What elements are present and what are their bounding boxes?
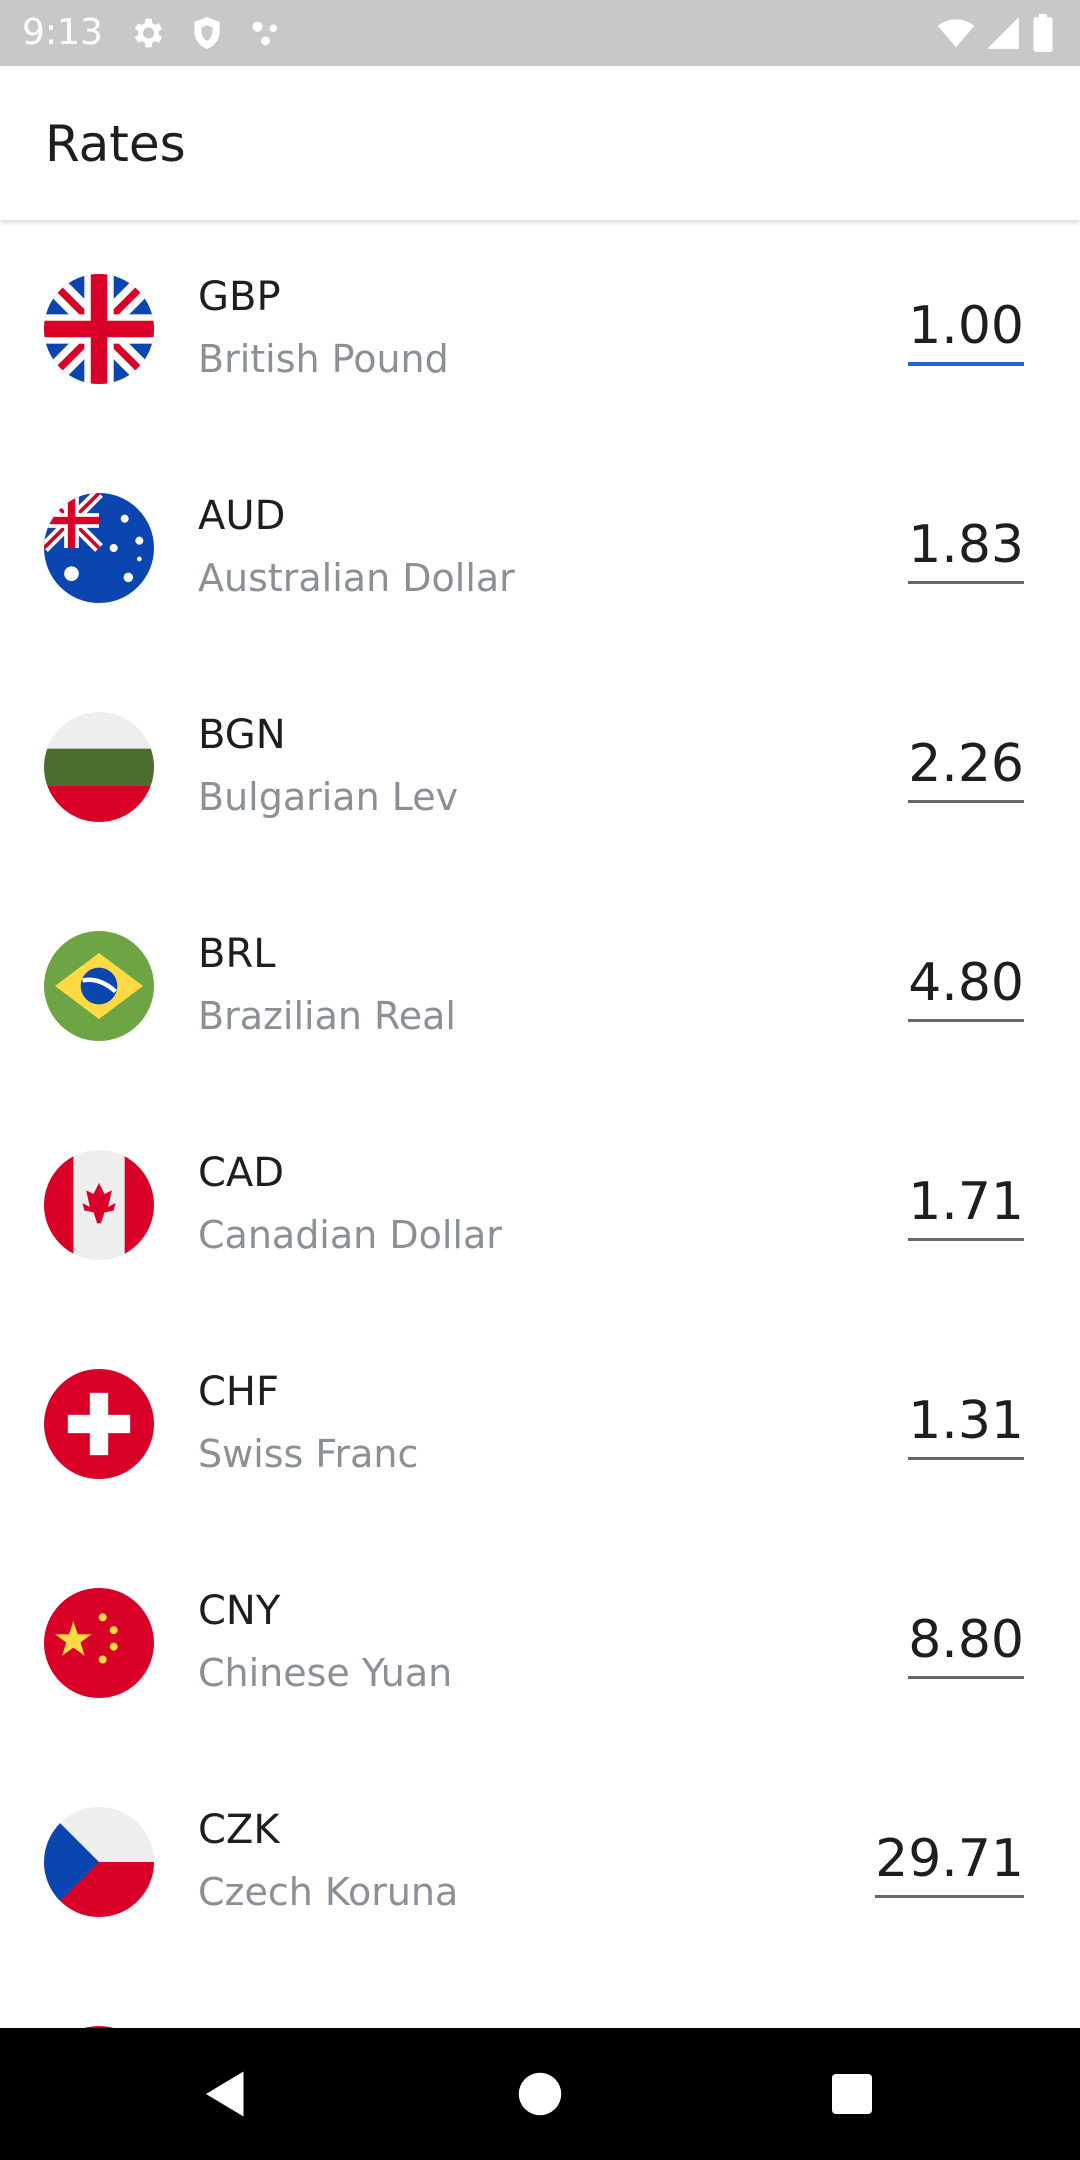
rate-row-chf[interactable]: CHF Swiss Franc 1.31 bbox=[0, 1315, 1080, 1534]
currency-code: CAD bbox=[198, 1150, 285, 1196]
currency-name: Canadian Dollar bbox=[198, 1213, 502, 1257]
wifi-icon bbox=[934, 14, 978, 52]
rate-row-czk[interactable]: CZK Czech Koruna 29.71 bbox=[0, 1753, 1080, 1972]
shield-icon bbox=[188, 14, 226, 52]
app-bar: Rates bbox=[0, 66, 1080, 220]
recents-icon[interactable] bbox=[822, 2064, 882, 2124]
rate-row-aud[interactable]: AUD Australian Dollar 1.83 bbox=[0, 439, 1080, 658]
czech-flag-icon bbox=[44, 1807, 154, 1917]
switzerland-flag-icon bbox=[44, 1369, 154, 1479]
status-time: 9:13 bbox=[22, 12, 103, 53]
currency-code: CNY bbox=[198, 1588, 281, 1634]
rate-input[interactable]: 4.80 bbox=[908, 951, 1024, 1022]
dots-icon bbox=[248, 14, 286, 52]
currency-name: Czech Koruna bbox=[198, 1870, 459, 1914]
currency-name: Bulgarian Lev bbox=[198, 775, 459, 819]
currency-name: Swiss Franc bbox=[198, 1432, 419, 1476]
rate-input[interactable]: 1.71 bbox=[908, 1170, 1024, 1241]
currency-code: CHF bbox=[198, 1369, 280, 1415]
currency-name: Chinese Yuan bbox=[198, 1651, 453, 1695]
rate-input[interactable]: 8.80 bbox=[908, 1608, 1024, 1679]
rate-row-gbp[interactable]: GBP British Pound 1.00 bbox=[0, 220, 1080, 439]
navigation-bar bbox=[0, 2028, 1080, 2160]
china-flag-icon bbox=[44, 1588, 154, 1698]
uk-flag-icon bbox=[44, 274, 154, 384]
currency-name: Brazilian Real bbox=[198, 994, 456, 1038]
rate-input[interactable]: 29.71 bbox=[875, 1827, 1024, 1898]
brazil-flag-icon bbox=[44, 931, 154, 1041]
currency-code: CZK bbox=[198, 1807, 280, 1853]
back-icon[interactable] bbox=[196, 2064, 256, 2124]
page-title: Rates bbox=[45, 115, 186, 173]
rate-input[interactable]: 1.00 bbox=[908, 294, 1024, 366]
currency-code: AUD bbox=[198, 493, 286, 539]
signal-icon bbox=[984, 14, 1022, 52]
rate-row-cny[interactable]: CNY Chinese Yuan 8.80 bbox=[0, 1534, 1080, 1753]
currency-code: BRL bbox=[198, 931, 276, 977]
currency-code: GBP bbox=[198, 274, 281, 320]
currency-name: British Pound bbox=[198, 337, 449, 381]
rate-row-bgn[interactable]: BGN Bulgarian Lev 2.26 bbox=[0, 658, 1080, 877]
status-bar: 9:13 bbox=[0, 0, 1080, 66]
rate-row-brl[interactable]: BRL Brazilian Real 4.80 bbox=[0, 877, 1080, 1096]
rate-input[interactable]: 1.83 bbox=[908, 513, 1024, 584]
rate-row-cad[interactable]: CAD Canadian Dollar 1.71 bbox=[0, 1096, 1080, 1315]
home-icon[interactable] bbox=[510, 2064, 570, 2124]
rate-input[interactable]: 2.26 bbox=[908, 732, 1024, 803]
gear-icon bbox=[128, 14, 166, 52]
canada-flag-icon bbox=[44, 1150, 154, 1260]
rate-row-next[interactable] bbox=[0, 1972, 1080, 2028]
australia-flag-icon bbox=[44, 493, 154, 603]
bulgaria-flag-icon bbox=[44, 712, 154, 822]
currency-code: BGN bbox=[198, 712, 286, 758]
currency-name: Australian Dollar bbox=[198, 556, 515, 600]
rates-list[interactable]: GBP British Pound 1.00 AUD Australian Do… bbox=[0, 220, 1080, 2028]
battery-icon bbox=[1030, 14, 1056, 53]
rate-input[interactable]: 1.31 bbox=[908, 1389, 1024, 1460]
